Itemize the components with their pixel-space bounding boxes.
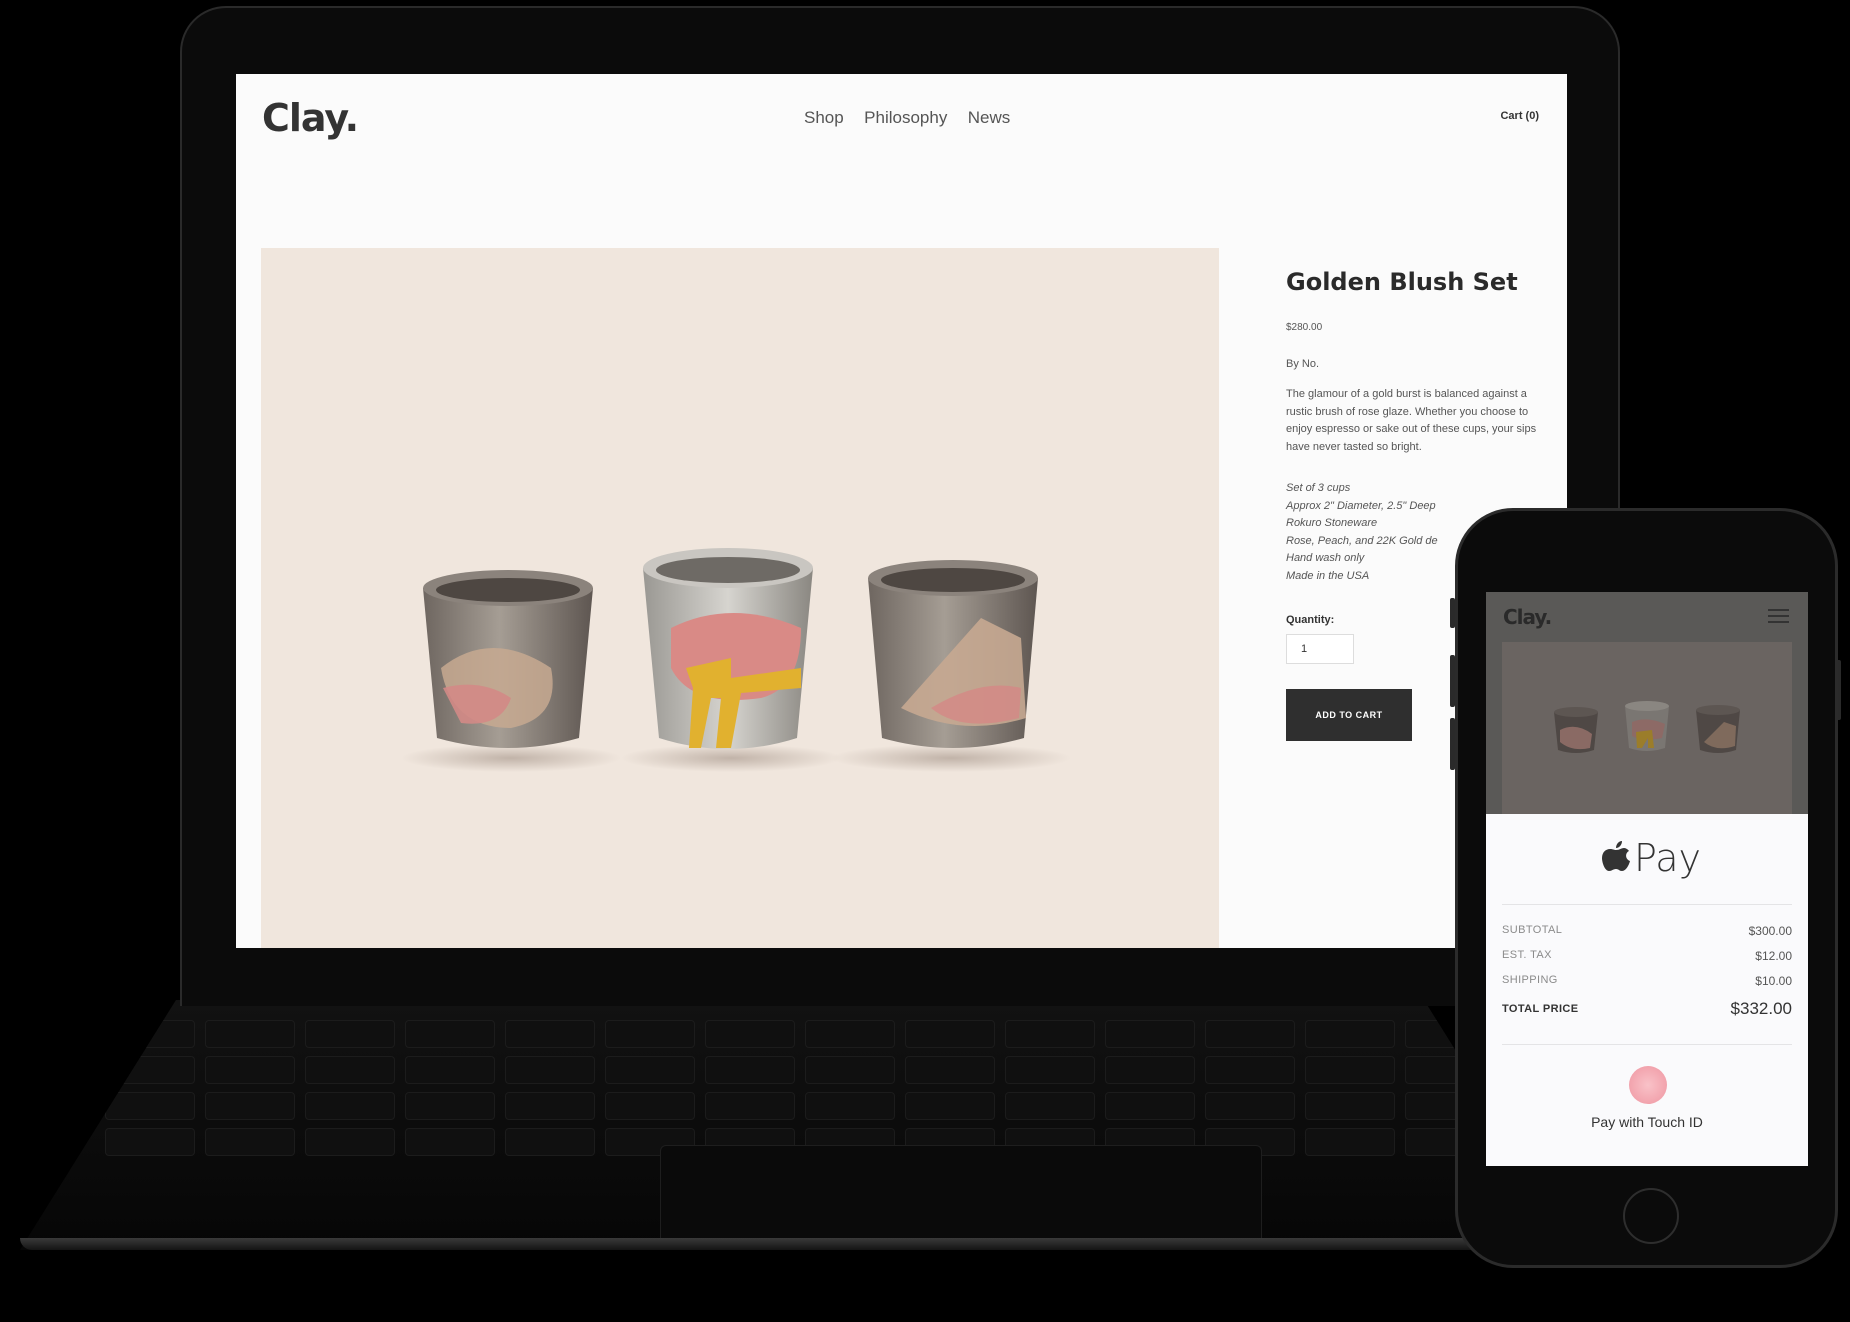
product-description: The glamour of a gold burst is balanced …: [1286, 388, 1537, 453]
subtotal-value: $300.00: [1748, 924, 1792, 938]
phone-cups-illustration: [1502, 642, 1792, 814]
touch-id-label[interactable]: Pay with Touch ID: [1486, 1114, 1808, 1130]
keyboard-row: [20, 1092, 1580, 1120]
cart-link[interactable]: Cart (0): [1500, 110, 1539, 122]
nav-philosophy[interactable]: Philosophy: [864, 108, 947, 128]
menu-icon[interactable]: [1768, 609, 1789, 623]
total-value: $332.00: [1730, 999, 1792, 1018]
quantity-input[interactable]: 1: [1286, 634, 1354, 664]
shipping-row: SHIPPING $10.00: [1502, 974, 1792, 999]
total-row: TOTAL PRICE $332.00: [1502, 999, 1792, 1019]
quantity-label: Quantity:: [1286, 614, 1335, 626]
site-logo[interactable]: Clay.: [262, 96, 359, 140]
product-price: $280.00: [1286, 322, 1323, 333]
nav-news[interactable]: News: [968, 108, 1011, 128]
phone-header: Clay.: [1486, 592, 1808, 814]
tax-label: EST. TAX: [1502, 949, 1552, 961]
keyboard-row: [20, 1056, 1580, 1084]
apple-icon: [1602, 841, 1630, 871]
product-title: Golden Blush Set: [1286, 268, 1518, 296]
cups-illustration: [401, 548, 1071, 772]
trackpad: [660, 1145, 1262, 1246]
add-to-cart-button[interactable]: ADD TO CART: [1286, 689, 1412, 741]
phone-home-button[interactable]: [1623, 1188, 1679, 1244]
tax-value: $12.00: [1755, 949, 1792, 963]
fingerprint-icon[interactable]: [1629, 1066, 1667, 1104]
laptop-screen: Clay. Shop Philosophy News Cart (0) Gold…: [236, 74, 1567, 948]
phone-logo[interactable]: Clay.: [1503, 605, 1552, 629]
shipping-value: $10.00: [1755, 974, 1792, 988]
laptop-base-edge: [20, 1238, 1580, 1250]
divider: [1502, 904, 1792, 905]
apple-pay-sheet: Pay SUBTOTAL $300.00 EST. TAX $12.00 SHI…: [1486, 814, 1808, 1166]
phone-product-image: [1502, 642, 1792, 814]
cup-middle: [643, 548, 813, 749]
keyboard-row: [20, 1020, 1580, 1048]
product-byline: By No.: [1286, 358, 1320, 370]
subtotal-label: SUBTOTAL: [1502, 924, 1563, 936]
total-label: TOTAL PRICE: [1502, 1003, 1579, 1015]
pay-label: Pay: [1634, 836, 1701, 880]
divider: [1502, 1044, 1792, 1045]
apple-pay-logo: Pay: [1602, 836, 1701, 880]
product-image: [261, 248, 1219, 948]
nav-shop[interactable]: Shop: [804, 108, 844, 128]
shipping-label: SHIPPING: [1502, 974, 1558, 986]
detail-item: Set of 3 cups: [1286, 482, 1351, 494]
cup-left: [423, 570, 593, 748]
tax-row: EST. TAX $12.00: [1502, 949, 1792, 974]
price-rows: SUBTOTAL $300.00 EST. TAX $12.00 SHIPPIN…: [1502, 924, 1792, 999]
subtotal-row: SUBTOTAL $300.00: [1502, 924, 1792, 949]
main-nav: Shop Philosophy News: [796, 108, 1018, 128]
cup-right: [868, 560, 1038, 748]
phone-screen: Clay. Pay SUBTOTAL $300.00 EST. TAX $12.…: [1486, 592, 1808, 1166]
